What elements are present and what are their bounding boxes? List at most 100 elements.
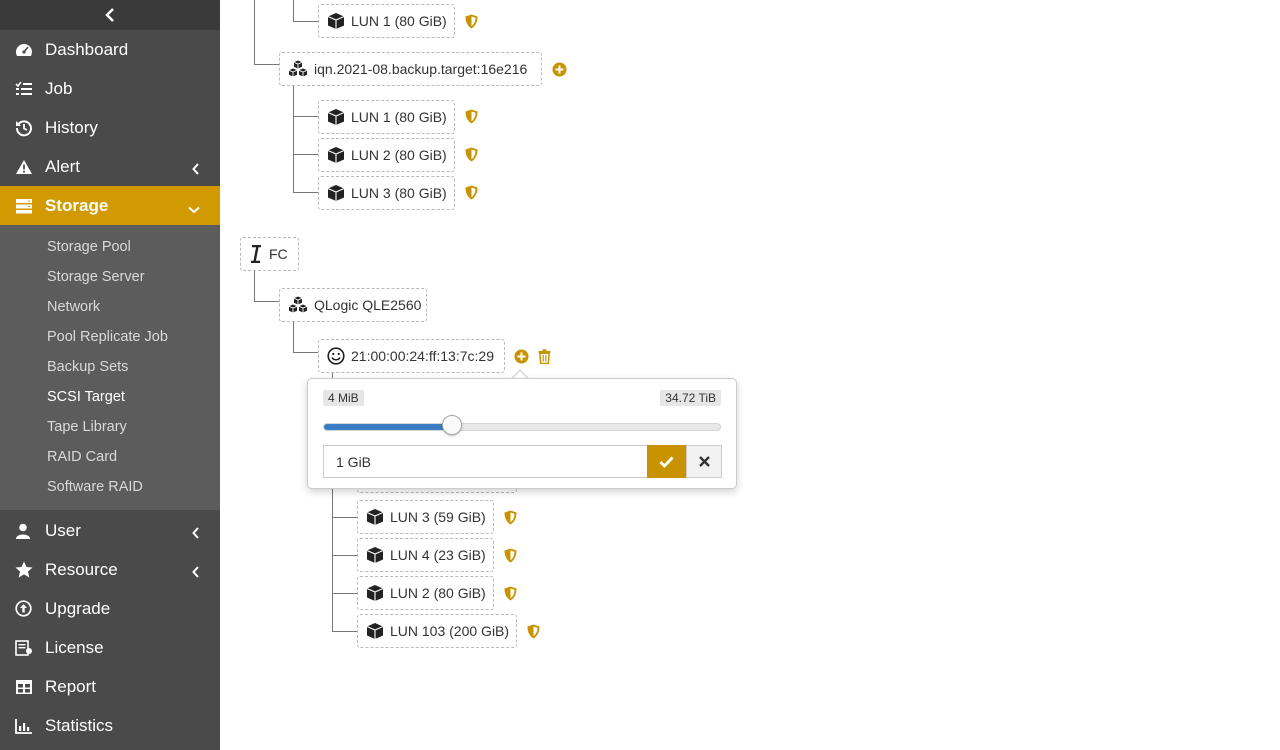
nav-storage[interactable]: Storage [0, 186, 220, 225]
nav-label: Upgrade [45, 598, 111, 618]
submenu-software-raid[interactable]: Software RAID [47, 479, 143, 495]
nav-resource[interactable]: Resource [0, 550, 220, 589]
size-slider-handle[interactable] [441, 415, 462, 435]
slider-max-label: 34.72 TiB [660, 390, 721, 406]
task-list-icon [15, 81, 45, 97]
adapter-node[interactable]: QLogic QLE2560 [279, 288, 427, 322]
cube-icon [327, 146, 345, 164]
lun-label: LUN 2 (80 GiB) [351, 147, 447, 163]
lun-label: LUN 1 (80 GiB) [351, 109, 447, 125]
star-icon [15, 561, 45, 578]
nav-history[interactable]: History [0, 108, 220, 147]
submenu-storage-server[interactable]: Storage Server [47, 269, 145, 285]
shield-icon[interactable] [465, 185, 478, 200]
submenu-storage-pool[interactable]: Storage Pool [47, 239, 131, 255]
nav-dashboard[interactable]: Dashboard [0, 30, 220, 69]
tree-connector [293, 86, 294, 192]
submenu-raid-card[interactable]: RAID Card [47, 449, 117, 465]
add-lun-icon[interactable] [514, 349, 529, 364]
lun-label: LUN 3 (59 GiB) [390, 509, 486, 525]
trash-icon[interactable] [538, 349, 551, 364]
nav-alert[interactable]: Alert [0, 147, 220, 186]
target-label: iqn.2021-08.backup.target:16e216 [314, 61, 528, 77]
add-lun-icon[interactable] [552, 62, 567, 77]
table-icon [15, 679, 45, 695]
tree-connector [332, 631, 358, 632]
shield-icon[interactable] [465, 14, 478, 29]
submenu-pool-replicate-job[interactable]: Pool Replicate Job [47, 329, 168, 345]
user-icon [15, 523, 45, 539]
cube-icon [366, 508, 384, 526]
lun-node[interactable]: LUN 4 (23 GiB) [357, 538, 494, 572]
nav-license[interactable]: License [0, 628, 220, 667]
lun-node[interactable]: LUN 103 (200 GiB) [357, 614, 517, 648]
shield-icon[interactable] [465, 109, 478, 124]
shield-icon[interactable] [527, 624, 540, 639]
nav-label: Report [45, 676, 97, 696]
cube-icon [327, 12, 345, 30]
scsi-target-tree: LUN 1 (80 GiB) iqn.2021-08.backup.target… [220, 0, 1280, 750]
tree-connector [293, 154, 319, 155]
lun-node[interactable]: LUN 3 (80 GiB) [318, 176, 455, 210]
chevron-down-icon [188, 199, 200, 219]
nav-job[interactable]: Job [0, 69, 220, 108]
lun-size-popover: 4 MiB 34.72 TiB [307, 378, 737, 489]
nav-statistics[interactable]: Statistics [0, 706, 220, 745]
target-node[interactable]: iqn.2021-08.backup.target:16e216 [279, 52, 542, 86]
chevron-left-icon [105, 8, 114, 22]
upgrade-icon [15, 600, 45, 617]
license-icon [15, 639, 45, 656]
chevron-left-icon [192, 563, 200, 583]
shield-icon[interactable] [504, 548, 517, 563]
lun-node[interactable]: LUN 1 (80 GiB) [318, 100, 455, 134]
nav-upgrade[interactable]: Upgrade [0, 589, 220, 628]
size-slider-track[interactable] [323, 423, 721, 431]
nav-report[interactable]: Report [0, 667, 220, 706]
lun-label: LUN 2 (80 GiB) [390, 585, 486, 601]
tree-connector [254, 64, 280, 65]
tree-connector [254, 0, 255, 64]
shield-icon[interactable] [504, 586, 517, 601]
nav-label: Storage [45, 195, 109, 215]
lun-node[interactable]: LUN 1 (80 GiB) [318, 4, 455, 38]
lun-label: LUN 103 (200 GiB) [390, 623, 510, 639]
lun-node[interactable]: LUN 3 (59 GiB) [357, 500, 494, 534]
wwn-label: 21:00:00:24:ff:13:7c:29 [351, 348, 494, 364]
fc-node[interactable]: FC [240, 237, 299, 271]
chevron-left-icon [192, 524, 200, 544]
submenu-tape-library[interactable]: Tape Library [47, 419, 127, 435]
storage-submenu: Storage Pool Storage Server Network Pool… [0, 225, 220, 510]
tree-connector [293, 0, 294, 21]
lun-node[interactable]: LUN 2 (80 GiB) [357, 576, 494, 610]
submenu-scsi-target[interactable]: SCSI Target [47, 389, 125, 405]
tree-connector [293, 352, 319, 353]
lun-label: LUN 1 (80 GiB) [351, 13, 447, 29]
tree-connector [254, 301, 280, 302]
tree-connector [332, 593, 358, 594]
nav-label: Alert [45, 156, 80, 176]
cube-icon [366, 584, 384, 602]
close-icon [698, 456, 710, 467]
confirm-button[interactable] [647, 445, 686, 478]
nav-label: User [45, 520, 81, 540]
cube-icon [327, 184, 345, 202]
lun-node[interactable]: LUN 2 (80 GiB) [318, 138, 455, 172]
tree-connector [332, 555, 358, 556]
sidebar-collapse-button[interactable] [0, 0, 220, 30]
nav-user[interactable]: User [0, 511, 220, 550]
cubes-icon [288, 296, 308, 314]
cubes-icon [288, 60, 308, 78]
submenu-backup-sets[interactable]: Backup Sets [47, 359, 128, 375]
text-cursor-icon [249, 245, 263, 263]
size-input[interactable] [323, 445, 647, 478]
shield-icon[interactable] [504, 510, 517, 525]
cancel-button[interactable] [686, 445, 722, 478]
bar-chart-icon [15, 718, 45, 734]
shield-icon[interactable] [465, 147, 478, 162]
wwn-node[interactable]: 21:00:00:24:ff:13:7c:29 [318, 339, 505, 373]
size-slider-fill [324, 424, 453, 430]
submenu-network[interactable]: Network [47, 299, 100, 315]
nav-label: License [45, 637, 104, 657]
tree-connector [332, 517, 358, 518]
adapter-label: QLogic QLE2560 [314, 297, 422, 313]
